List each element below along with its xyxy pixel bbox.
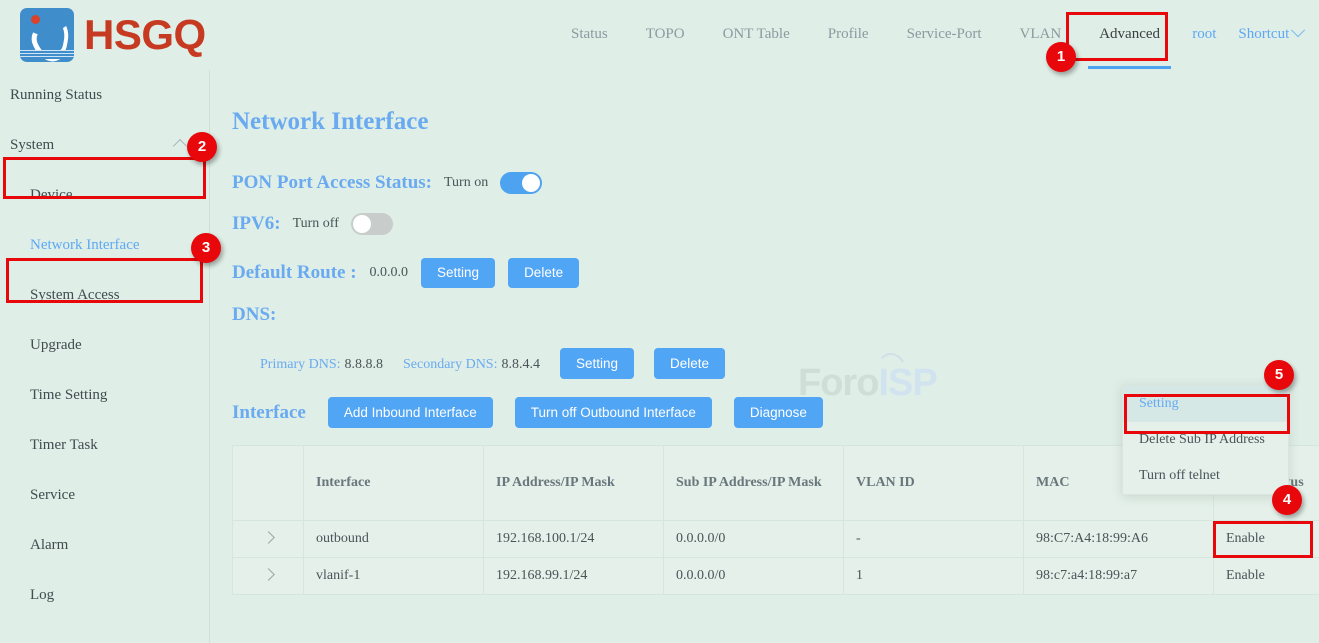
pon-state-text: Turn on: [444, 175, 488, 191]
ipv6-row: IPV6: Turn off: [232, 213, 393, 235]
primary-dns: Primary DNS: 8.8.8.8: [260, 355, 383, 373]
sidebar-item-running-status[interactable]: Running Status: [0, 70, 209, 120]
operation-dropdown-menu: Setting Delete Sub IP Address Turn off t…: [1122, 385, 1289, 495]
table-row[interactable]: outbound 192.168.100.1/24 0.0.0.0/0 - 98…: [233, 521, 1319, 558]
th-sub-ip-address: Sub IP Address/IP Mask: [664, 446, 844, 521]
secondary-dns: Secondary DNS: 8.8.4.4: [403, 355, 540, 373]
turn-off-outbound-interface-button[interactable]: Turn off Outbound Interface: [515, 397, 712, 428]
sidebar-item-service[interactable]: Service: [0, 470, 209, 520]
page-title: Network Interface: [232, 108, 428, 136]
row-expand-cell[interactable]: [233, 558, 304, 595]
sidebar-item-time-setting[interactable]: Time Setting: [0, 370, 209, 420]
brand-name: HSGQ: [84, 11, 206, 59]
main-navigation: Status TOPO ONT Table Profile Service-Po…: [552, 0, 1179, 69]
wifi-arc-icon: [876, 353, 906, 371]
default-route-setting-button[interactable]: Setting: [421, 258, 495, 288]
shortcut-label: Shortcut: [1238, 26, 1289, 42]
main-content: Network Interface PON Port Access Status…: [210, 70, 1319, 643]
cell-ip-address: 192.168.100.1/24: [484, 521, 664, 558]
ipv6-toggle-switch[interactable]: [351, 213, 393, 235]
table-row[interactable]: vlanif-1 192.168.99.1/24 0.0.0.0/0 1 98:…: [233, 558, 1319, 595]
chevron-down-icon: [1291, 23, 1305, 37]
interface-label: Interface: [232, 402, 306, 424]
dns-label: DNS:: [232, 304, 276, 326]
add-inbound-interface-button[interactable]: Add Inbound Interface: [328, 397, 493, 428]
cell-mac: 98:C7:A4:18:99:A6: [1024, 521, 1214, 558]
sidebar-item-upgrade[interactable]: Upgrade: [0, 320, 209, 370]
cell-mac: 98:c7:a4:18:99:a7: [1024, 558, 1214, 595]
pon-port-access-status-row: PON Port Access Status: Turn on: [232, 172, 542, 194]
chevron-right-icon[interactable]: [262, 531, 275, 544]
nav-item-advanced[interactable]: Advanced: [1080, 0, 1179, 69]
sidebar-item-alarm[interactable]: Alarm: [0, 520, 209, 570]
interface-toolbar: Interface Add Inbound Interface Turn off…: [232, 397, 823, 428]
cell-sub-ip-address: 0.0.0.0/0: [664, 558, 844, 595]
default-route-label: Default Route :: [232, 262, 357, 284]
brand-logo: HSGQ: [20, 8, 206, 62]
nav-item-ont-table[interactable]: ONT Table: [704, 0, 809, 69]
dropdown-item-delete-sub-ip-address[interactable]: Delete Sub IP Address: [1123, 422, 1288, 458]
nav-item-profile[interactable]: Profile: [809, 0, 888, 69]
default-route-delete-button[interactable]: Delete: [508, 258, 579, 288]
cell-interface: vlanif-1: [304, 558, 484, 595]
diagnose-button[interactable]: Diagnose: [734, 397, 823, 428]
nav-item-topo[interactable]: TOPO: [627, 0, 704, 69]
cell-telnet-status: Enable: [1214, 521, 1319, 558]
th-expand: [233, 446, 304, 521]
dns-setting-button[interactable]: Setting: [560, 348, 634, 379]
pon-toggle-switch[interactable]: [500, 172, 542, 194]
sidebar-item-system-label: System: [10, 137, 54, 153]
nav-item-status[interactable]: Status: [552, 0, 627, 69]
table-body: outbound 192.168.100.1/24 0.0.0.0/0 - 98…: [233, 521, 1319, 595]
default-route-row: Default Route : 0.0.0.0 Setting Delete: [232, 258, 579, 288]
primary-dns-label: Primary DNS:: [260, 357, 341, 372]
cell-interface: outbound: [304, 521, 484, 558]
th-vlan-id: VLAN ID: [844, 446, 1024, 521]
cell-vlan-id: 1: [844, 558, 1024, 595]
watermark-part2: ISP: [878, 362, 936, 404]
cell-telnet-status: Enable: [1214, 558, 1319, 595]
nav-item-service-port[interactable]: Service-Port: [888, 0, 1001, 69]
dns-row: Primary DNS: 8.8.8.8 Secondary DNS: 8.8.…: [260, 348, 725, 379]
sidebar-navigation: Running Status System Device Network Int…: [0, 70, 210, 643]
th-ip-address: IP Address/IP Mask: [484, 446, 664, 521]
sidebar-item-system-access[interactable]: System Access: [0, 270, 209, 320]
dropdown-item-setting[interactable]: Setting: [1123, 386, 1288, 422]
pon-label: PON Port Access Status:: [232, 172, 432, 194]
default-route-value: 0.0.0.0: [370, 265, 409, 281]
user-name-link[interactable]: root: [1192, 26, 1216, 43]
cell-ip-address: 192.168.99.1/24: [484, 558, 664, 595]
sidebar-item-timer-task[interactable]: Timer Task: [0, 420, 209, 470]
sidebar-item-system[interactable]: System: [0, 120, 209, 170]
primary-dns-value: 8.8.8.8: [345, 357, 384, 372]
sidebar-item-device[interactable]: Device: [0, 170, 209, 220]
header-user-area: root Shortcut: [1192, 0, 1303, 69]
sidebar-item-log[interactable]: Log: [0, 570, 209, 620]
secondary-dns-label: Secondary DNS:: [403, 357, 498, 372]
hsgq-logo-icon: [20, 8, 74, 62]
cell-sub-ip-address: 0.0.0.0/0: [664, 521, 844, 558]
cell-vlan-id: -: [844, 521, 1024, 558]
nav-item-vlan[interactable]: VLAN: [1001, 0, 1081, 69]
th-interface: Interface: [304, 446, 484, 521]
dns-delete-button[interactable]: Delete: [654, 348, 725, 379]
sidebar-item-network-interface[interactable]: Network Interface: [0, 220, 209, 270]
shortcut-menu[interactable]: Shortcut: [1238, 26, 1303, 43]
row-expand-cell[interactable]: [233, 521, 304, 558]
app-header: HSGQ Status TOPO ONT Table Profile Servi…: [0, 0, 1319, 71]
secondary-dns-value: 8.8.4.4: [502, 357, 541, 372]
dropdown-item-turn-off-telnet[interactable]: Turn off telnet: [1123, 458, 1288, 494]
chevron-right-icon[interactable]: [262, 568, 275, 581]
ipv6-state-text: Turn off: [293, 216, 339, 232]
ipv6-label: IPV6:: [232, 213, 281, 235]
chevron-up-icon: [173, 139, 187, 153]
